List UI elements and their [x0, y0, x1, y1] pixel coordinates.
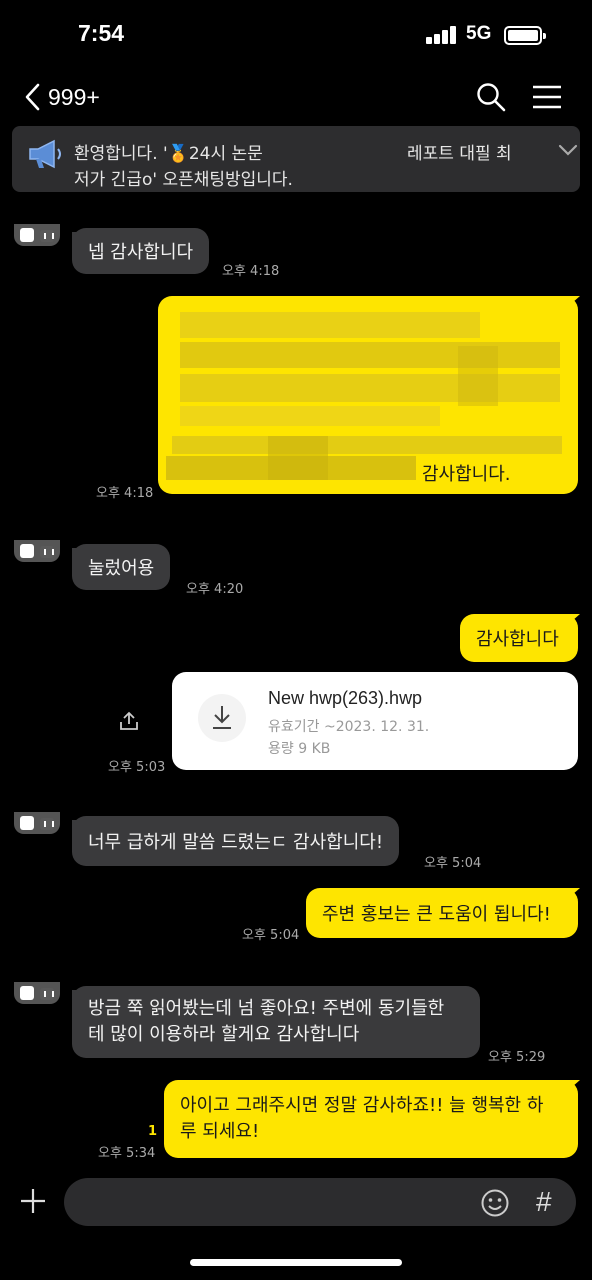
incoming-message: 눌렀어용 — [72, 544, 171, 590]
incoming-message: 넵 감사합니다 — [72, 228, 210, 274]
chevron-left-icon — [25, 83, 40, 111]
message-time: 오후 5:29 — [488, 1050, 546, 1065]
back-button[interactable]: 999+ — [22, 80, 132, 114]
outgoing-message: 주변 홍보는 큰 도움이 됩니다! — [306, 888, 578, 938]
notice-text-line1: 환영합니다. '🏅24시 논문 — [74, 144, 263, 164]
unread-count: 999+ — [48, 83, 100, 110]
avatar[interactable] — [14, 540, 60, 562]
outgoing-message: 아이고 그래주시면 정말 감사하죠!! 늘 행복한 하 루 되세요! — [164, 1080, 578, 1158]
download-icon — [213, 706, 231, 729]
hashtag-icon[interactable]: # — [536, 1186, 552, 1218]
menu-icon[interactable] — [530, 80, 564, 114]
message-line: 아이고 그래주시면 정말 감사하죠!! 늘 행복한 하 — [180, 1095, 544, 1116]
message-line: 방금 쭉 읽어봤는데 넘 좋아요! 주변에 동기들한 — [88, 998, 445, 1019]
message-time: 오후 4:18 — [222, 264, 280, 279]
avatar[interactable] — [14, 982, 60, 1004]
chat-header: 999+ — [0, 72, 592, 120]
chevron-down-icon[interactable] — [556, 142, 580, 158]
plus-icon[interactable] — [18, 1186, 48, 1216]
clock: 7:54 — [78, 20, 125, 46]
network-label: 5G — [466, 23, 492, 44]
download-button[interactable] — [198, 694, 246, 742]
notice-text-line2: 저가 긴급o' 오픈채팅방입니다. — [74, 170, 293, 190]
avatar[interactable] — [14, 224, 60, 246]
file-size: 용량 9 KB — [268, 741, 331, 757]
file-expiry: 유효기간 ~2023. 12. 31. — [268, 719, 430, 735]
avatar[interactable] — [14, 812, 60, 834]
incoming-message: 너무 급하게 말씀 드렸는ㄷ 감사합니다! — [72, 816, 400, 866]
message-time: 오후 5:04 — [242, 928, 300, 943]
status-bar: 7:54 5G — [0, 0, 592, 70]
signal-icon — [426, 26, 458, 44]
incoming-message: 방금 쭉 읽어봤는데 넘 좋아요! 주변에 동기들한 테 많이 이용하라 할게요… — [72, 986, 480, 1058]
message-time: 오후 5:04 — [424, 856, 482, 871]
notice-banner[interactable]: 환영합니다. '🏅24시 논문 레포트 대필 최 저가 긴급o' 오픈채팅방입니… — [12, 126, 580, 192]
search-icon[interactable] — [474, 80, 508, 114]
message-time: 오후 5:34 — [98, 1146, 156, 1161]
message-line: 테 많이 이용하라 할게요 감사합니다 — [88, 1024, 360, 1045]
share-icon[interactable] — [118, 710, 140, 732]
file-attachment[interactable]: New hwp(263).hwp 유효기간 ~2023. 12. 31. 용량 … — [172, 672, 578, 770]
outgoing-message-visible-text: 감사합니다. — [422, 464, 511, 485]
battery-icon — [504, 26, 546, 45]
emoji-icon[interactable] — [480, 1188, 510, 1218]
message-time: 오후 4:20 — [186, 582, 244, 597]
outgoing-message: 감사합니다 — [460, 614, 578, 662]
megaphone-icon — [29, 139, 61, 169]
outgoing-message-redacted — [158, 296, 578, 494]
home-indicator[interactable] — [190, 1259, 402, 1266]
message-time: 오후 5:03 — [108, 760, 166, 775]
notice-text-line1-end: 레포트 대필 최 — [407, 144, 512, 164]
message-time: 오후 4:18 — [96, 486, 154, 501]
message-line: 루 되세요! — [180, 1121, 260, 1142]
unread-indicator: 1 — [148, 1124, 158, 1139]
file-name: New hwp(263).hwp — [268, 688, 423, 708]
